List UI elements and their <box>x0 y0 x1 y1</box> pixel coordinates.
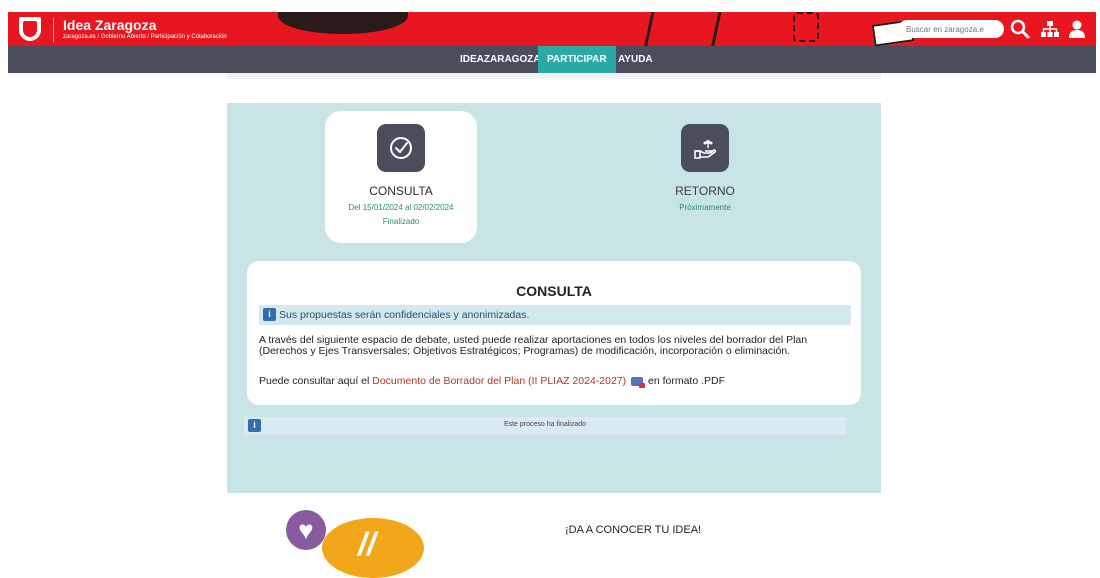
site-title[interactable]: Idea Zaragoza <box>63 17 156 33</box>
nav-item-participar[interactable]: PARTICIPAR <box>538 46 616 73</box>
phase-title: RETORNO <box>675 184 735 198</box>
notice-text: Sus propuestas serán confidenciales y an… <box>279 309 530 321</box>
promo-heading: ¡DA A CONOCER TU IDEA! <box>565 524 702 536</box>
document-line: Puede consultar aquí el Documento de Bor… <box>259 375 726 388</box>
search-input[interactable] <box>898 20 1004 38</box>
sitemap-icon[interactable] <box>1039 18 1061 40</box>
main-nav: IDEAZARAGOZA PARTICIPAR AYUDA <box>8 46 1096 73</box>
city-shield-icon[interactable] <box>19 17 41 41</box>
pdf-icon[interactable] <box>631 376 646 388</box>
consulta-description: A través del siguiente espacio de debate… <box>259 334 808 357</box>
site-header: Idea Zaragoza zaragoza.es / Gobierno Abi… <box>8 12 1096 46</box>
phase-status: Finalizado <box>382 217 420 226</box>
info-icon: i <box>263 308 276 321</box>
nav-item-ideazaragoza[interactable]: IDEAZARAGOZA <box>451 46 550 73</box>
nav-item-ayuda[interactable]: AYUDA <box>609 46 662 73</box>
decorative-illustration <box>793 12 819 42</box>
finished-text: Este proceso ha finalizado <box>503 421 587 428</box>
document-prefix: Puede consultar aquí el <box>259 375 373 387</box>
decorative-illustration <box>643 12 723 46</box>
confidential-notice: i Sus propuestas serán confidenciales y … <box>259 305 851 325</box>
divider <box>227 73 881 79</box>
phase-title: CONSULTA <box>369 184 433 198</box>
decorative-illustration <box>278 12 408 34</box>
document-suffix: en formato .PDF <box>645 375 726 387</box>
finished-notice: i Este proceso ha finalizado <box>244 417 846 435</box>
breadcrumb[interactable]: zaragoza.es / Gobierno Abierto / Partici… <box>63 34 227 40</box>
process-panel: CONSULTA Del 15/01/2024 al 02/02/2024 Fi… <box>227 103 881 493</box>
phase-date: Del 15/01/2024 al 02/02/2024 <box>348 203 454 212</box>
consulta-title: CONSULTA <box>516 283 592 299</box>
document-link[interactable]: Documento de Borrador del Plan (II PLIAZ… <box>372 375 626 387</box>
consulta-card: CONSULTA i Sus propuestas serán confiden… <box>247 261 861 405</box>
divider <box>53 18 54 42</box>
promo-graphic: // <box>322 518 424 578</box>
check-circle-icon <box>377 124 425 172</box>
hand-sprout-icon <box>681 124 729 172</box>
phase-status: Próximamente <box>679 203 731 212</box>
user-icon[interactable] <box>1066 18 1088 40</box>
heart-icon: ♥ <box>286 510 326 550</box>
search-icon[interactable] <box>1009 18 1031 40</box>
